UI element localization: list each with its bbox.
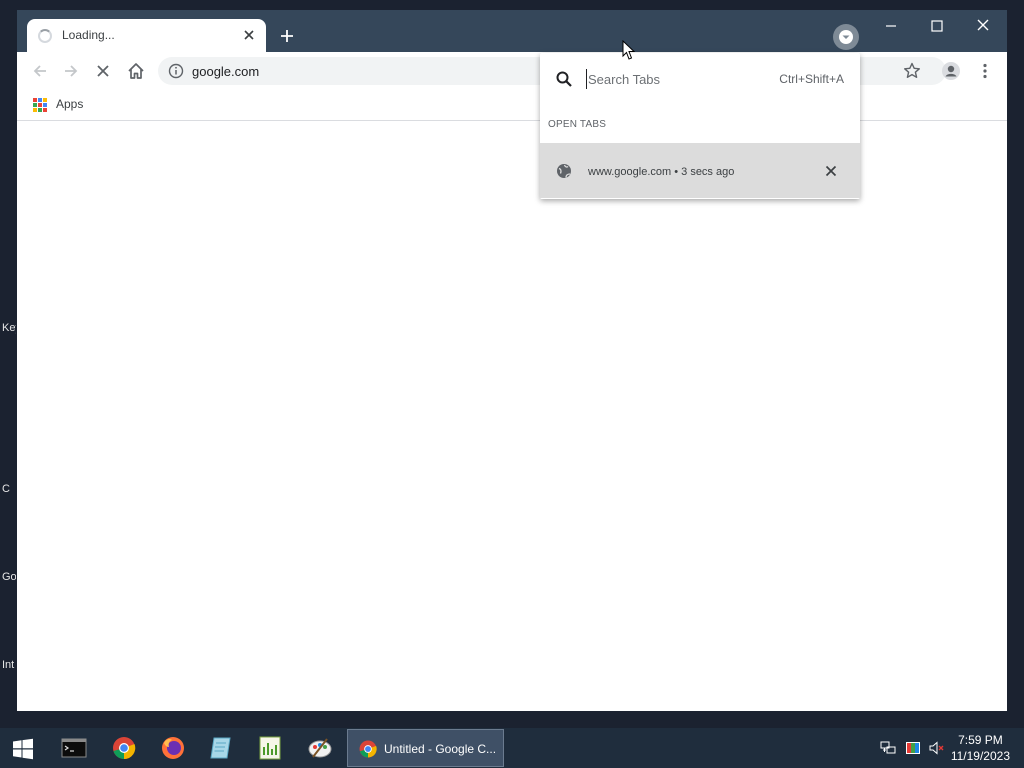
tab-search-popup: Ctrl+Shift+A OPEN TABS www.google.com • … — [540, 53, 860, 199]
globe-icon — [557, 164, 571, 178]
minimize-button[interactable] — [876, 16, 906, 36]
title-bar[interactable]: Loading... — [17, 10, 1007, 52]
bookmark-star-icon[interactable] — [902, 61, 922, 81]
network-icon[interactable] — [880, 741, 896, 755]
taskbar-window-title: Untitled - Google C... — [384, 742, 497, 756]
clock-date: 11/19/2023 — [950, 749, 1010, 763]
page-content — [17, 122, 1007, 711]
keyboard-shortcut-hint: Ctrl+Shift+A — [779, 72, 844, 86]
close-tab-result-icon[interactable] — [824, 164, 838, 178]
search-tabs-input[interactable] — [586, 69, 756, 89]
desktop-icon-label[interactable]: C — [2, 483, 16, 495]
mouse-cursor-icon — [622, 40, 636, 60]
maximize-button[interactable] — [922, 16, 952, 36]
browser-tab[interactable]: Loading... — [27, 19, 266, 52]
menu-kebab-icon[interactable] — [975, 61, 995, 81]
close-window-button[interactable] — [968, 16, 998, 36]
tab-result-text: www.google.com • 3 secs ago — [588, 166, 734, 178]
search-icon — [556, 71, 572, 87]
chrome-icon[interactable] — [111, 735, 137, 761]
profile-avatar-icon[interactable] — [941, 61, 961, 81]
desktop-icon-label[interactable]: Int — [2, 659, 16, 671]
back-button[interactable] — [30, 61, 50, 81]
tab-result-item[interactable]: www.google.com • 3 secs ago — [540, 143, 860, 198]
paint-app-icon[interactable] — [307, 735, 333, 761]
terminal-icon[interactable] — [61, 735, 87, 761]
tab-title: Loading... — [62, 28, 115, 42]
volume-muted-icon[interactable] — [929, 741, 945, 755]
close-tab-icon[interactable] — [241, 27, 257, 43]
tab-search-button[interactable] — [833, 24, 859, 50]
taskbar: Untitled - Google C... 7:59 PM 11/19/202… — [0, 728, 1024, 768]
desktop-icon-label[interactable]: Key — [2, 322, 16, 334]
chevron-down-icon — [839, 30, 853, 44]
loading-spinner-icon — [38, 29, 52, 43]
start-button[interactable] — [12, 738, 34, 760]
home-button[interactable] — [126, 61, 146, 81]
url-text[interactable]: google.com — [192, 64, 259, 79]
new-tab-button[interactable] — [278, 27, 296, 45]
apps-grid-icon[interactable] — [33, 98, 47, 112]
apps-shortcut[interactable]: Apps — [56, 97, 83, 111]
tab-result-title: www.google.com — [588, 166, 672, 178]
tab-result-meta: 3 secs ago — [681, 166, 735, 178]
desktop-icon-label[interactable]: Go — [2, 571, 16, 583]
taskbar-active-window[interactable]: Untitled - Google C... — [347, 729, 504, 767]
chrome-icon — [359, 740, 377, 758]
info-icon[interactable] — [168, 63, 184, 79]
stop-loading-button[interactable] — [93, 61, 113, 81]
notes-app-icon[interactable] — [208, 735, 234, 761]
section-heading: OPEN TABS — [548, 119, 607, 130]
display-settings-icon[interactable] — [905, 741, 921, 755]
clock-time: 7:59 PM — [958, 733, 1003, 747]
system-clock[interactable]: 7:59 PM 11/19/2023 — [951, 732, 1010, 764]
spreadsheet-app-icon[interactable] — [257, 735, 283, 761]
firefox-icon[interactable] — [160, 735, 186, 761]
forward-button[interactable] — [61, 61, 81, 81]
